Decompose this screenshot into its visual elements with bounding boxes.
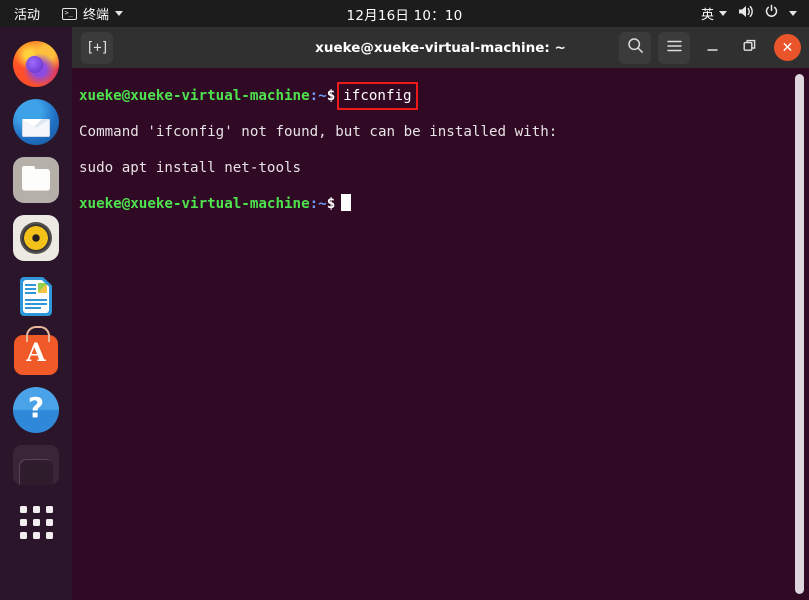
volume-icon[interactable]	[737, 4, 754, 23]
prompt-user: xueke@xueke-virtual-machine	[79, 196, 310, 212]
prompt-dollar: $	[326, 196, 336, 212]
window-controls: ✕	[619, 31, 809, 64]
grid-dot-icon	[32, 518, 40, 526]
dock	[0, 27, 72, 600]
app-menu-label: 终端	[83, 8, 110, 23]
close-button[interactable]: ✕	[774, 34, 801, 61]
terminal-output-area[interactable]: xueke@xueke-virtual-machine:~$ ifconfig C…	[72, 68, 809, 600]
minimize-button[interactable]	[697, 33, 727, 63]
grid-dot-icon	[19, 531, 27, 539]
dock-item-ubuntu-software[interactable]	[14, 326, 58, 375]
prompt-path: :~	[309, 88, 327, 104]
dock-item-trash[interactable]	[13, 445, 59, 485]
terminal-line-output-2: sudo apt install net-tools	[79, 160, 302, 176]
input-method-label: 英	[700, 8, 714, 23]
dock-item-firefox[interactable]	[13, 41, 59, 87]
title-bar: [+] xueke@xueke-virtual-machine: ~ ✕	[72, 27, 809, 68]
grid-dot-icon	[19, 518, 27, 526]
system-tray: 英	[701, 0, 809, 27]
grid-dot-icon	[19, 505, 27, 513]
search-button[interactable]	[619, 31, 651, 64]
terminal-window: [+] xueke@xueke-virtual-machine: ~ ✕ xue…	[72, 27, 809, 600]
terminal-icon: >_	[62, 7, 78, 20]
dock-item-libreoffice-writer[interactable]	[13, 273, 59, 319]
maximize-icon	[742, 38, 757, 57]
dock-item-thunderbird[interactable]	[13, 99, 59, 145]
minimize-icon	[705, 38, 720, 57]
power-icon[interactable]	[764, 4, 779, 23]
prompt-path: :~	[309, 196, 327, 212]
prompt-dollar: $	[326, 88, 336, 104]
menu-button[interactable]	[658, 31, 690, 64]
dock-item-help[interactable]	[13, 387, 59, 433]
maximize-button[interactable]	[734, 33, 764, 63]
terminal-line-prompt: xueke@xueke-virtual-machine:~$	[75, 186, 809, 222]
app-menu-button[interactable]: >_ 终端	[52, 0, 133, 27]
dock-item-files[interactable]	[13, 157, 59, 203]
terminal-line-command: xueke@xueke-virtual-machine:~$ ifconfig	[75, 78, 809, 114]
activities-button[interactable]: 活动	[0, 0, 52, 27]
chevron-down-icon[interactable]	[789, 11, 797, 16]
new-tab-button[interactable]: [+]	[81, 31, 113, 64]
input-method-indicator[interactable]: 英	[701, 4, 727, 23]
grid-dot-icon	[45, 505, 53, 513]
grid-dot-icon	[32, 505, 40, 513]
hamburger-menu-icon	[666, 38, 683, 57]
chevron-down-icon	[719, 11, 727, 16]
top-bar: 活动 >_ 终端 12月16日 10：10 英	[0, 0, 809, 27]
prompt-user: xueke@xueke-virtual-machine	[79, 88, 310, 104]
new-tab-icon: [+]	[85, 39, 109, 56]
show-applications-button[interactable]	[13, 499, 59, 545]
dock-item-rhythmbox[interactable]	[13, 215, 59, 261]
search-icon	[627, 37, 644, 58]
highlighted-command: ifconfig	[337, 82, 418, 110]
grid-dot-icon	[45, 518, 53, 526]
chevron-down-icon	[115, 11, 124, 16]
grid-dot-icon	[32, 531, 40, 539]
activities-label: 活动	[14, 8, 41, 23]
terminal-scrollbar[interactable]	[795, 74, 804, 594]
terminal-line-output-1: Command 'ifconfig' not found, but can be…	[79, 124, 558, 140]
clock-label[interactable]: 12月16日 10：10	[347, 8, 463, 24]
close-icon: ✕	[781, 39, 794, 56]
text-cursor	[341, 194, 352, 211]
grid-dot-icon	[45, 531, 53, 539]
